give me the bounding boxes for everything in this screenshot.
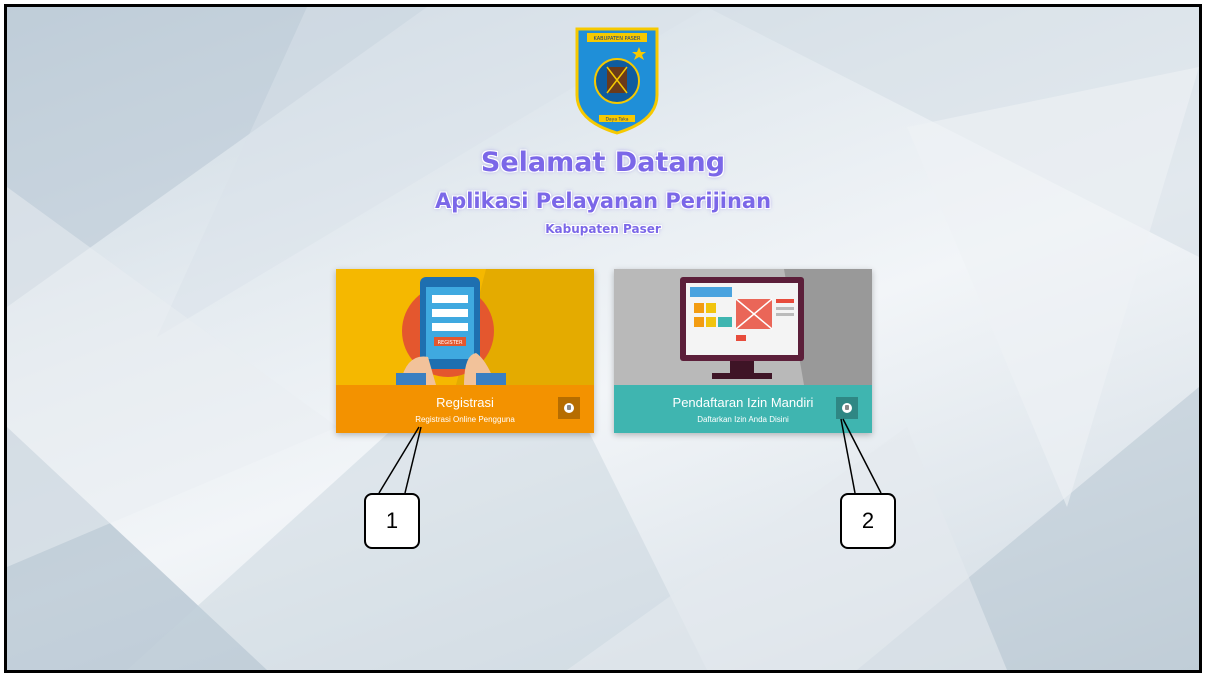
callout-1: 1 bbox=[364, 493, 420, 549]
callout-2: 2 bbox=[840, 493, 896, 549]
callout-pointers bbox=[378, 418, 882, 494]
page-frame: KABUPATEN PASER Daya Taka Selamat Datang… bbox=[4, 4, 1202, 673]
